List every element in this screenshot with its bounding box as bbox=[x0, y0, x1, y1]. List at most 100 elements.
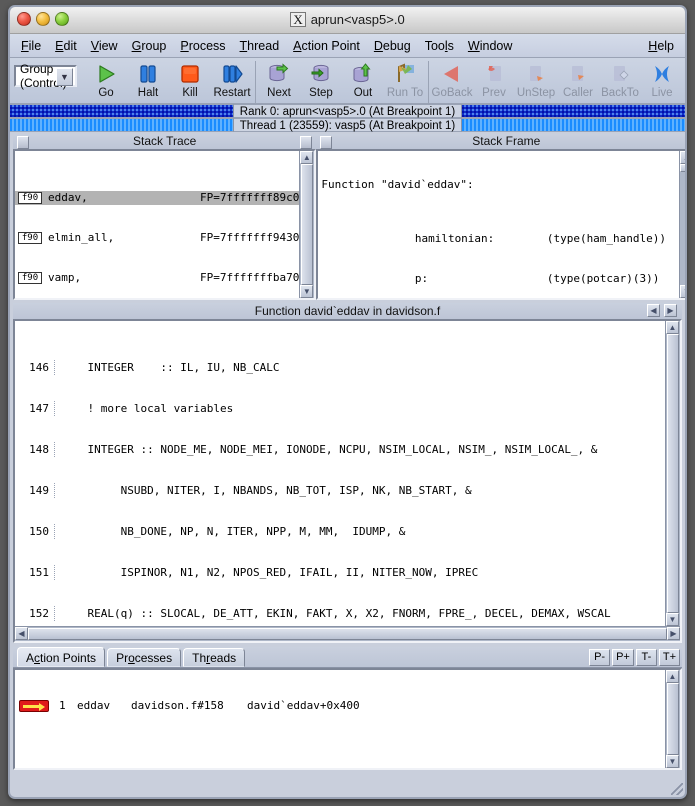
menu-action-point[interactable]: Action Point bbox=[286, 37, 367, 55]
go-button[interactable]: Go bbox=[85, 61, 127, 103]
back-to-button[interactable]: BackTo bbox=[599, 61, 641, 103]
stack-trace-row[interactable]: f90 vamp, FP=7fffffffba70 bbox=[15, 271, 299, 285]
tab-threads[interactable]: Threads bbox=[183, 648, 246, 667]
source-line[interactable]: 147 ! more local variables bbox=[15, 401, 665, 416]
scroll-thumb[interactable] bbox=[301, 164, 314, 285]
scroll-thumb[interactable] bbox=[667, 334, 679, 613]
step-into-icon bbox=[310, 62, 332, 86]
stack-trace-vscrollbar[interactable]: ▲ ▼ bbox=[299, 151, 315, 298]
line-text: INTEGER :: IL, IU, NB_CALC bbox=[61, 361, 280, 374]
pane-grip-left-icon[interactable] bbox=[320, 136, 333, 149]
caller-button[interactable]: Caller bbox=[557, 61, 599, 103]
run-to-icon bbox=[394, 62, 416, 86]
scroll-thumb[interactable] bbox=[680, 164, 685, 172]
action-point-row[interactable]: 1 eddav davidson.f#158 david`eddav+0x400 bbox=[15, 698, 665, 714]
menu-view[interactable]: View bbox=[84, 37, 125, 55]
window-resize-grip[interactable] bbox=[671, 783, 683, 795]
scroll-left-icon[interactable]: ◀ bbox=[15, 627, 28, 640]
halt-button[interactable]: Halt bbox=[127, 61, 169, 103]
menu-window[interactable]: Window bbox=[461, 37, 519, 55]
menu-thread[interactable]: Thread bbox=[233, 37, 287, 55]
action-point-address: david`eddav+0x400 bbox=[247, 699, 360, 712]
tab-action-points[interactable]: Action Points bbox=[17, 647, 106, 667]
stack-trace-list[interactable]: f90 eddav, FP=7fffffff89c0 f90 elmin_all… bbox=[15, 151, 300, 298]
menu-bar: File Edit View Group Process Thread Acti… bbox=[10, 34, 685, 58]
source-pane: Function david`eddav in davidson.f ◀ ▶ 1… bbox=[10, 300, 685, 643]
source-line[interactable]: 150 NB_DONE, NP, N, ITER, NPP, M, MM, ID… bbox=[15, 524, 665, 539]
menu-edit[interactable]: Edit bbox=[48, 37, 84, 55]
toolbar: Group (Control) ▼ Go Halt Kill Restart N… bbox=[10, 58, 685, 104]
next-button[interactable]: Next bbox=[258, 61, 300, 103]
scroll-up-icon[interactable]: ▲ bbox=[680, 151, 685, 164]
next-process-button[interactable]: P+ bbox=[612, 649, 634, 666]
restart-button[interactable]: Restart bbox=[211, 61, 253, 103]
window-title: Xaprun<vasp5>.0 bbox=[10, 7, 685, 33]
thread-status-row: Thread 1 (23559): vasp5 (At Breakpoint 1… bbox=[10, 118, 685, 132]
stack-frame-row[interactable]: hamiltonian: (type(ham_handle)) bbox=[318, 218, 679, 245]
restart-icon bbox=[221, 62, 243, 86]
scroll-down-icon[interactable]: ▼ bbox=[666, 755, 679, 768]
scroll-thumb[interactable] bbox=[667, 683, 679, 755]
source-lines[interactable]: 146 INTEGER :: IL, IU, NB_CALC 147 ! mor… bbox=[15, 321, 665, 626]
live-button[interactable]: Live bbox=[641, 61, 683, 103]
go-back-button[interactable]: GoBack bbox=[431, 61, 473, 103]
source-hscrollbar[interactable]: ◀ ▶ bbox=[15, 626, 680, 641]
frame-pointer: FP=7fffffffba70 bbox=[200, 271, 300, 284]
scroll-up-icon[interactable]: ▲ bbox=[666, 321, 679, 334]
step-button[interactable]: Step bbox=[300, 61, 342, 103]
menu-tools[interactable]: Tools bbox=[418, 37, 461, 55]
line-number: 146 bbox=[15, 360, 55, 375]
var-value: (type(ham_handle)) bbox=[546, 232, 667, 245]
stack-trace-row[interactable]: f90 elmin_all, FP=7fffffff9430 bbox=[15, 231, 299, 245]
scroll-down-icon[interactable]: ▼ bbox=[666, 613, 679, 626]
line-number: 147 bbox=[15, 401, 55, 416]
action-points-vscrollbar[interactable]: ▲ ▼ bbox=[665, 670, 680, 768]
breakpoint-icon[interactable] bbox=[19, 700, 49, 712]
scroll-up-icon[interactable]: ▲ bbox=[666, 670, 679, 683]
stack-frame-list[interactable]: Function "david`eddav": hamiltonian: (typ… bbox=[318, 151, 679, 298]
stack-trace-row[interactable]: f90 eddav, FP=7fffffff89c0 bbox=[15, 191, 300, 205]
source-body: 146 INTEGER :: IL, IU, NB_CALC 147 ! mor… bbox=[13, 319, 682, 643]
source-line[interactable]: 146 INTEGER :: IL, IU, NB_CALC bbox=[15, 360, 665, 375]
left-arrow-icon[interactable]: ◀ bbox=[647, 304, 660, 317]
kill-button[interactable]: Kill bbox=[169, 61, 211, 103]
prev-thread-button[interactable]: T- bbox=[635, 649, 657, 666]
menu-file[interactable]: File bbox=[14, 37, 48, 55]
source-line[interactable]: 151 ISPINOR, N1, N2, NPOS_RED, IFAIL, II… bbox=[15, 565, 665, 580]
run-to-button[interactable]: Run To bbox=[384, 61, 426, 103]
menu-group[interactable]: Group bbox=[125, 37, 174, 55]
back-to-icon bbox=[609, 62, 631, 86]
frame-language-tag: f90 bbox=[18, 192, 42, 204]
source-line[interactable]: 152 REAL(q) :: SLOCAL, DE_ATT, EKIN, FAK… bbox=[15, 606, 665, 621]
stack-frame-row[interactable]: p: (type(potcar)(3)) bbox=[318, 258, 679, 285]
source-line[interactable]: 149 NSUBD, NITER, I, NBANDS, NB_TOT, ISP… bbox=[15, 483, 665, 498]
var-name: p: bbox=[414, 272, 429, 285]
scroll-down-icon[interactable]: ▼ bbox=[300, 285, 314, 298]
source-vscrollbar[interactable]: ▲ ▼ bbox=[665, 321, 680, 626]
pane-grip-right-icon[interactable] bbox=[300, 136, 313, 149]
unstep-button[interactable]: UnStep bbox=[515, 61, 557, 103]
out-button[interactable]: Out bbox=[342, 61, 384, 103]
chevron-down-icon[interactable]: ▼ bbox=[56, 68, 73, 86]
source-line[interactable]: 148 INTEGER :: NODE_ME, NODE_MEI, IONODE… bbox=[15, 442, 665, 457]
next-thread-button[interactable]: T+ bbox=[658, 649, 680, 666]
scroll-down-icon[interactable]: ▼ bbox=[680, 285, 685, 298]
upper-panes: Stack Trace f90 eddav, FP=7fffffff89c0 f… bbox=[10, 132, 685, 300]
thread-status-label: Thread 1 (23559): vasp5 (At Breakpoint 1… bbox=[232, 118, 463, 132]
scroll-right-icon[interactable]: ▶ bbox=[667, 627, 680, 640]
action-points-list[interactable]: 1 eddav davidson.f#158 david`eddav+0x400 bbox=[15, 670, 665, 768]
scroll-thumb[interactable] bbox=[28, 628, 667, 640]
prev-process-button[interactable]: P- bbox=[589, 649, 611, 666]
scope-selector-combo[interactable]: Group (Control) ▼ bbox=[14, 62, 77, 90]
tab-processes[interactable]: Processes bbox=[107, 648, 182, 667]
prev-button[interactable]: Prev bbox=[473, 61, 515, 103]
right-arrow-icon[interactable]: ▶ bbox=[664, 304, 677, 317]
line-text: ! more local variables bbox=[61, 402, 234, 415]
menu-process[interactable]: Process bbox=[173, 37, 232, 55]
stack-frame-vscrollbar[interactable]: ▲ ▼ bbox=[679, 151, 685, 298]
scroll-up-icon[interactable]: ▲ bbox=[300, 151, 314, 164]
run-to-label: Run To bbox=[386, 87, 424, 99]
pane-grip-left-icon[interactable] bbox=[17, 136, 29, 149]
menu-help[interactable]: Help bbox=[641, 37, 681, 55]
menu-debug[interactable]: Debug bbox=[367, 37, 418, 55]
